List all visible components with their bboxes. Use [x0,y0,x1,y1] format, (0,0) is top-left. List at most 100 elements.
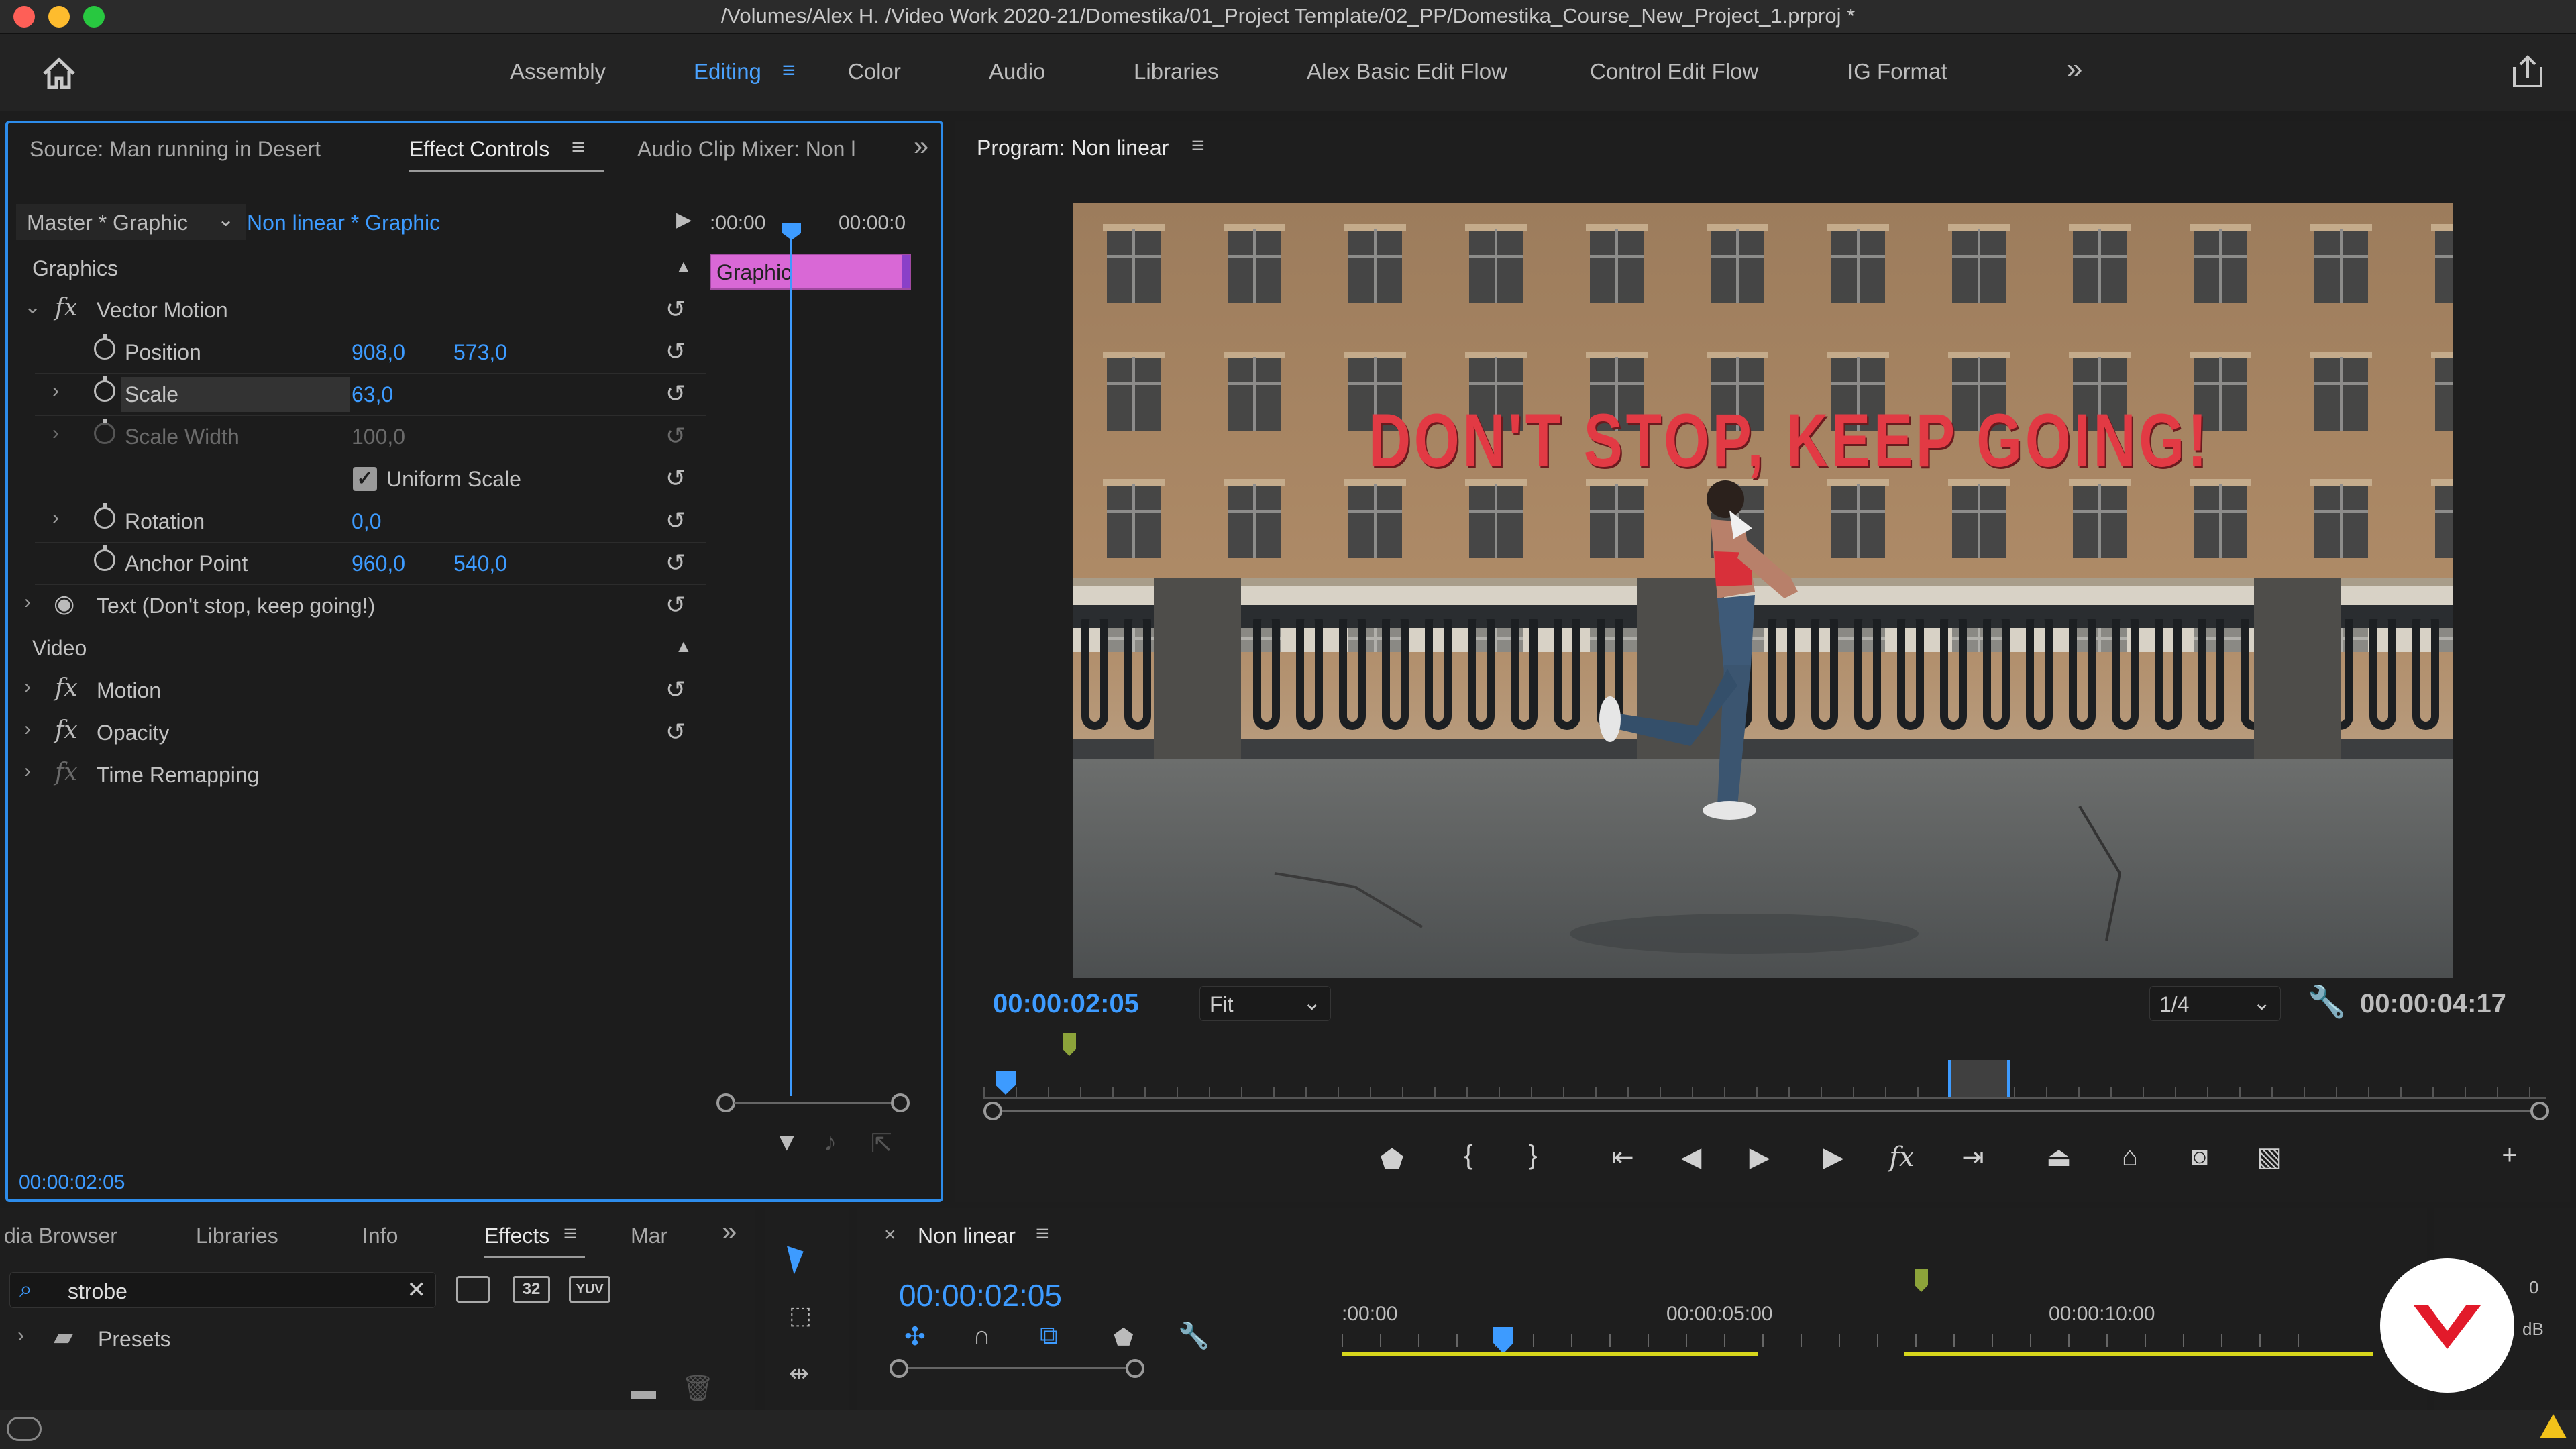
trash-icon[interactable]: 🗑 [682,1374,714,1403]
reset-icon[interactable]: ↺ [665,591,686,619]
text-layer-row[interactable]: › ◉ Text (Don't stop, keep going!) ↺ [8,586,706,627]
track-select-tool-icon[interactable]: ⬚ [789,1301,812,1330]
chevron-right-icon[interactable]: › [52,506,59,529]
tab-effects[interactable]: Effects [484,1224,549,1248]
vector-motion-row[interactable]: ⌄ fx Vector Motion ↺ [8,290,706,331]
workspace-assembly[interactable]: Assembly [510,59,606,85]
anchor-x-value[interactable]: 960,0 [352,551,405,576]
home-icon[interactable] [40,56,78,90]
warning-icon[interactable] [2540,1414,2567,1438]
tab-markers[interactable]: Mar [631,1224,667,1248]
linked-selection-icon[interactable]: ⧉ [1040,1322,1058,1350]
workspace-menu-icon[interactable]: ≡ [782,58,796,84]
lift-icon[interactable]: ⏏ [2035,1142,2082,1173]
comparison-view-icon[interactable]: ▧ [2246,1142,2293,1173]
chevron-right-icon[interactable]: › [24,718,31,741]
workspace-control-edit-flow[interactable]: Control Edit Flow [1590,59,1758,85]
work-area-bar[interactable] [1342,1352,1758,1356]
rotation-value[interactable]: 0,0 [352,509,381,534]
step-forward-icon[interactable]: ▶ [1810,1142,1857,1173]
panel-menu-icon[interactable]: ≡ [564,1221,577,1247]
position-y-value[interactable]: 573,0 [453,340,507,365]
tab-info[interactable]: Info [362,1224,398,1248]
fx-icon[interactable]: fx [55,716,78,744]
share-icon[interactable] [2509,54,2546,91]
sequence-clip-label[interactable]: Non linear * Graphic [247,211,440,235]
panel-menu-icon[interactable]: ≡ [572,134,585,160]
workspace-audio[interactable]: Audio [989,59,1045,85]
tab-media-browser[interactable]: dia Browser [4,1224,117,1248]
mini-zoom-track[interactable] [734,1102,892,1104]
chevron-right-icon[interactable]: › [24,676,31,698]
stopwatch-icon[interactable] [94,334,115,360]
timeline-marker-green[interactable] [1915,1269,1928,1292]
clear-search-icon[interactable]: ✕ [407,1277,427,1303]
yuv-effects-icon[interactable]: YUV [569,1276,610,1303]
extract-icon[interactable]: ⌂ [2106,1142,2153,1172]
reset-icon[interactable]: ↺ [665,337,686,366]
chevron-down-icon[interactable]: ⌄ [24,295,41,319]
workspace-alex-basic-edit-flow[interactable]: Alex Basic Edit Flow [1307,59,1507,85]
stopwatch-icon[interactable] [94,545,115,571]
reset-icon[interactable]: ↺ [665,676,686,704]
ripple-edit-tool-icon[interactable]: ⇹ [789,1359,809,1387]
scale-value[interactable]: 63,0 [352,382,393,407]
timeline-timecode[interactable]: 00:00:02:05 [899,1277,1062,1313]
overlay-title-text[interactable]: DON'T STOP, KEEP GOING! [1368,397,2210,484]
tab-source[interactable]: Source: Man running in Desert [30,137,321,162]
tab-effect-controls[interactable]: Effect Controls [409,137,549,162]
reset-icon[interactable]: ↺ [665,549,686,577]
opacity-row[interactable]: › fx Opacity ↺ [8,712,706,754]
reset-icon[interactable]: ↺ [665,380,686,408]
reset-icon[interactable]: ↺ [665,506,686,535]
timeline-ruler-ticks[interactable] [1342,1334,2308,1347]
wrench-icon[interactable]: 🔧 [2308,983,2346,1020]
stopwatch-icon[interactable] [94,503,115,529]
snap-nest-icon[interactable]: ✣ [904,1322,926,1352]
panel-menu-icon[interactable]: ≡ [1036,1221,1049,1247]
timeline-settings-icon[interactable]: 🔧 [1178,1322,1210,1351]
ec-timecode[interactable]: 00:00:02:05 [19,1171,125,1194]
tab-audio-clip-mixer[interactable]: Audio Clip Mixer: Non l [637,137,855,162]
workspace-editing[interactable]: Editing [694,59,761,85]
eye-icon[interactable]: ◉ [54,590,74,618]
workspace-ig-format[interactable]: IG Format [1847,59,1947,85]
anchor-y-value[interactable]: 540,0 [453,551,507,576]
panel-overflow-icon[interactable]: » [722,1217,737,1247]
panel-overflow-icon[interactable]: » [914,131,928,162]
position-x-value[interactable]: 908,0 [352,340,405,365]
zoom-dropdown[interactable]: Fit ⌄ [1199,986,1331,1021]
timeline-zoom-right-handle[interactable] [1126,1359,1144,1378]
program-video-frame[interactable]: DON'T STOP, KEEP GOING! [1073,203,2453,978]
stopwatch-icon[interactable] [94,376,115,402]
program-zoom-left-handle[interactable] [983,1102,1002,1120]
play-icon[interactable]: ▶ [1736,1142,1783,1173]
reset-icon[interactable]: ↺ [665,295,686,323]
workspace-color[interactable]: Color [848,59,901,85]
timeline-zoom-left-handle[interactable] [890,1359,908,1378]
program-ruler[interactable] [983,1076,2546,1099]
timeline-sequence-tab[interactable]: Non linear [918,1224,1016,1248]
export-icon[interactable]: ⇱ [871,1128,892,1159]
time-remapping-row[interactable]: › fx Time Remapping [8,755,706,796]
mini-playhead-handle[interactable] [782,223,801,240]
accelerated-effects-icon[interactable] [456,1276,490,1303]
chevron-right-icon[interactable]: › [24,591,31,614]
mark-in-icon[interactable]: { [1445,1140,1492,1171]
motion-row[interactable]: › fx Motion ↺ [8,670,706,712]
timeline-playhead[interactable] [1493,1327,1513,1354]
add-marker-icon[interactable]: ⬟ [1114,1324,1134,1351]
close-tab-icon[interactable]: × [884,1224,896,1246]
program-zoom-track[interactable] [1002,1110,2532,1112]
mark-out-icon[interactable]: } [1509,1140,1556,1171]
reset-icon[interactable]: ↺ [665,464,686,492]
fx-icon[interactable]: fx [55,674,78,702]
snap-magnet-icon[interactable]: ∩ [973,1322,991,1350]
mini-zoom-left-handle[interactable] [716,1093,735,1112]
program-monitor-title[interactable]: Program: Non linear [977,136,1169,160]
work-area-bar[interactable] [1904,1352,2373,1356]
timeline-zoom-track[interactable] [908,1367,1128,1369]
chevron-right-icon[interactable]: › [52,380,59,402]
cc-sync-icon[interactable] [7,1417,42,1441]
play-audio-icon[interactable]: ♪ [824,1128,837,1157]
